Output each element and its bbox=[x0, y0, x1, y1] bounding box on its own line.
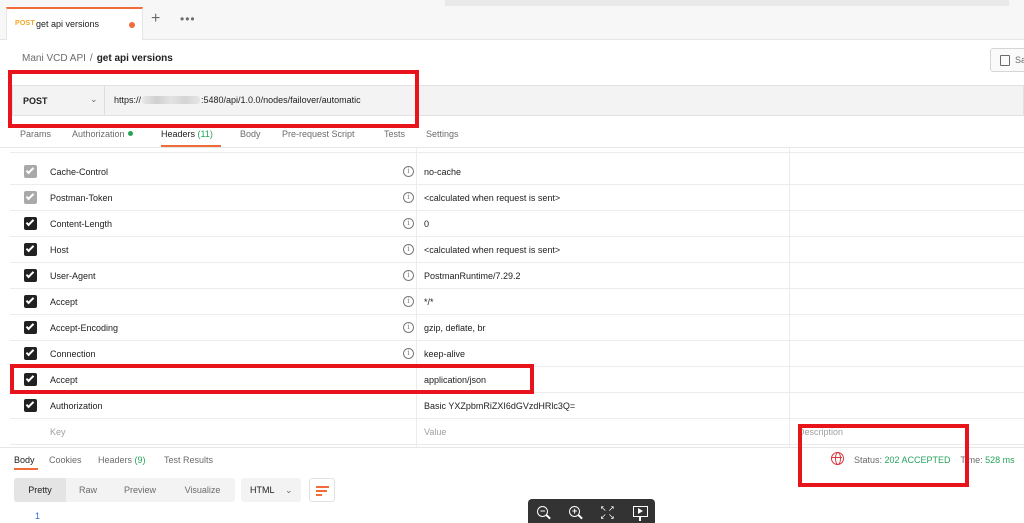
header-key[interactable]: Accept bbox=[50, 297, 78, 307]
table-row[interactable]: Accept-Encoding i gzip, deflate, br bbox=[10, 315, 1024, 341]
plus-icon[interactable]: + bbox=[151, 11, 160, 27]
table-row[interactable]: Postman-Token i <calculated when request… bbox=[10, 185, 1024, 211]
table-row[interactable]: Cache-Control i no-cache bbox=[10, 159, 1024, 185]
row-checkbox[interactable] bbox=[24, 399, 37, 412]
row-checkbox[interactable] bbox=[24, 217, 37, 230]
info-icon[interactable]: i bbox=[403, 322, 414, 333]
request-tab[interactable]: POST get api versions bbox=[6, 7, 143, 40]
header-value[interactable]: Basic YXZpbmRiZXI6dGVzdHRlc3Q= bbox=[424, 401, 575, 411]
tab-body[interactable]: Body bbox=[240, 129, 261, 139]
line-number: 1 bbox=[35, 511, 41, 521]
header-value[interactable]: <calculated when request is sent> bbox=[424, 245, 560, 255]
tab-authorization[interactable]: Authorization bbox=[72, 129, 133, 139]
info-icon[interactable]: i bbox=[403, 192, 414, 203]
view-preview[interactable]: Preview bbox=[110, 478, 170, 502]
unsaved-indicator bbox=[129, 22, 135, 28]
row-checkbox[interactable] bbox=[24, 243, 37, 256]
row-checkbox[interactable] bbox=[24, 347, 37, 360]
header-key[interactable]: Content-Length bbox=[50, 219, 112, 229]
header-key[interactable]: Accept-Encoding bbox=[50, 323, 118, 333]
annotation-box-accept bbox=[10, 364, 534, 394]
tab-params[interactable]: Params bbox=[20, 129, 51, 139]
info-icon[interactable]: i bbox=[403, 244, 414, 255]
header-key[interactable]: Postman-Token bbox=[50, 193, 113, 203]
image-zoom-toolbar: − + ↖ ↗ ↙ ↘ bbox=[528, 499, 655, 523]
info-icon[interactable]: i bbox=[403, 270, 414, 281]
info-icon[interactable]: i bbox=[403, 348, 414, 359]
value-input[interactable]: Value bbox=[424, 427, 446, 437]
tab-tests[interactable]: Tests bbox=[384, 129, 405, 139]
tab-method: POST bbox=[15, 20, 35, 27]
row-checkbox[interactable] bbox=[24, 295, 37, 308]
header-value[interactable]: no-cache bbox=[424, 167, 461, 177]
auth-set-indicator bbox=[127, 131, 133, 136]
table-row[interactable]: Content-Length i 0 bbox=[10, 211, 1024, 237]
request-tabs: Params Authorization Headers (11) Body P… bbox=[0, 127, 1024, 147]
info-icon[interactable]: i bbox=[403, 296, 414, 307]
header-value[interactable]: PostmanRuntime/7.29.2 bbox=[424, 271, 521, 281]
table-row[interactable]: Authorization Basic YXZpbmRiZXI6dGVzdHRl… bbox=[10, 393, 1024, 419]
header-value[interactable]: 0 bbox=[424, 219, 429, 229]
tab-settings[interactable]: Settings bbox=[426, 129, 459, 139]
tab-pre-request-script[interactable]: Pre-request Script bbox=[282, 129, 355, 139]
header-key[interactable]: Host bbox=[50, 245, 69, 255]
header-value[interactable]: <calculated when request is sent> bbox=[424, 193, 560, 203]
header-value[interactable]: gzip, deflate, br bbox=[424, 323, 486, 333]
annotation-box-status bbox=[798, 424, 969, 487]
response-tab-body[interactable]: Body bbox=[14, 455, 35, 465]
table-row[interactable]: Host i <calculated when request is sent> bbox=[10, 237, 1024, 263]
response-tab-cookies[interactable]: Cookies bbox=[49, 455, 82, 465]
tab-headers-count: (11) bbox=[197, 129, 213, 139]
breadcrumb: Mani VCD API / get api versions bbox=[22, 53, 173, 64]
view-raw[interactable]: Raw bbox=[66, 478, 110, 502]
response-tab-headers-label: Headers bbox=[98, 455, 133, 465]
present-icon[interactable] bbox=[632, 505, 648, 521]
response-headers-count: (9) bbox=[134, 455, 146, 465]
row-checkbox[interactable] bbox=[24, 191, 37, 204]
tab-name: get api versions bbox=[36, 19, 100, 29]
window-top-strip bbox=[445, 0, 1009, 6]
fit-screen-icon[interactable]: ↖ ↗ ↙ ↘ bbox=[600, 505, 616, 521]
wrap-icon[interactable] bbox=[309, 478, 335, 502]
zoom-in-icon[interactable]: + bbox=[568, 505, 584, 521]
header-value[interactable]: */* bbox=[424, 297, 434, 307]
info-icon[interactable]: i bbox=[403, 166, 414, 177]
view-visualize[interactable]: Visualize bbox=[170, 478, 235, 502]
format-select[interactable]: HTML ⌄ bbox=[241, 478, 301, 502]
tab-bar: POST get api versions + ••• bbox=[0, 0, 1024, 40]
tab-headers-label: Headers bbox=[161, 129, 196, 139]
breadcrumb-collection[interactable]: Mani VCD API bbox=[22, 53, 86, 64]
headers-table: Cache-Control i no-cache Postman-Token i… bbox=[10, 147, 1024, 447]
tab-authorization-label: Authorization bbox=[72, 129, 125, 139]
tab-headers[interactable]: Headers (11) bbox=[161, 129, 213, 139]
chevron-down-icon: ⌄ bbox=[285, 485, 293, 495]
info-icon[interactable]: i bbox=[403, 218, 414, 229]
row-checkbox[interactable] bbox=[24, 269, 37, 282]
key-input[interactable]: Key bbox=[50, 427, 66, 437]
annotation-box-url bbox=[8, 70, 419, 128]
response-tab-test-results[interactable]: Test Results bbox=[164, 455, 213, 465]
header-key[interactable]: Cache-Control bbox=[50, 167, 108, 177]
breadcrumb-request[interactable]: get api versions bbox=[97, 53, 173, 64]
header-key[interactable]: User-Agent bbox=[50, 271, 96, 281]
more-icon[interactable]: ••• bbox=[180, 13, 196, 25]
response-tab-headers[interactable]: Headers (9) bbox=[98, 455, 146, 465]
view-pretty[interactable]: Pretty bbox=[14, 478, 66, 502]
format-value: HTML bbox=[250, 485, 275, 495]
row-checkbox[interactable] bbox=[24, 165, 37, 178]
zoom-out-icon[interactable]: − bbox=[536, 505, 552, 521]
header-key[interactable]: Authorization bbox=[50, 401, 103, 411]
response-time[interactable]: 528 ms bbox=[985, 455, 1015, 465]
breadcrumb-separator: / bbox=[89, 53, 93, 64]
save-icon bbox=[1000, 55, 1010, 66]
header-value[interactable]: keep-alive bbox=[424, 349, 465, 359]
row-checkbox[interactable] bbox=[24, 321, 37, 334]
active-tab-underline bbox=[14, 468, 38, 470]
header-key[interactable]: Connection bbox=[50, 349, 96, 359]
save-button[interactable]: Sa bbox=[990, 48, 1024, 72]
save-label: Sa bbox=[1015, 55, 1024, 65]
table-row[interactable]: User-Agent i PostmanRuntime/7.29.2 bbox=[10, 263, 1024, 289]
table-row[interactable]: Accept i */* bbox=[10, 289, 1024, 315]
